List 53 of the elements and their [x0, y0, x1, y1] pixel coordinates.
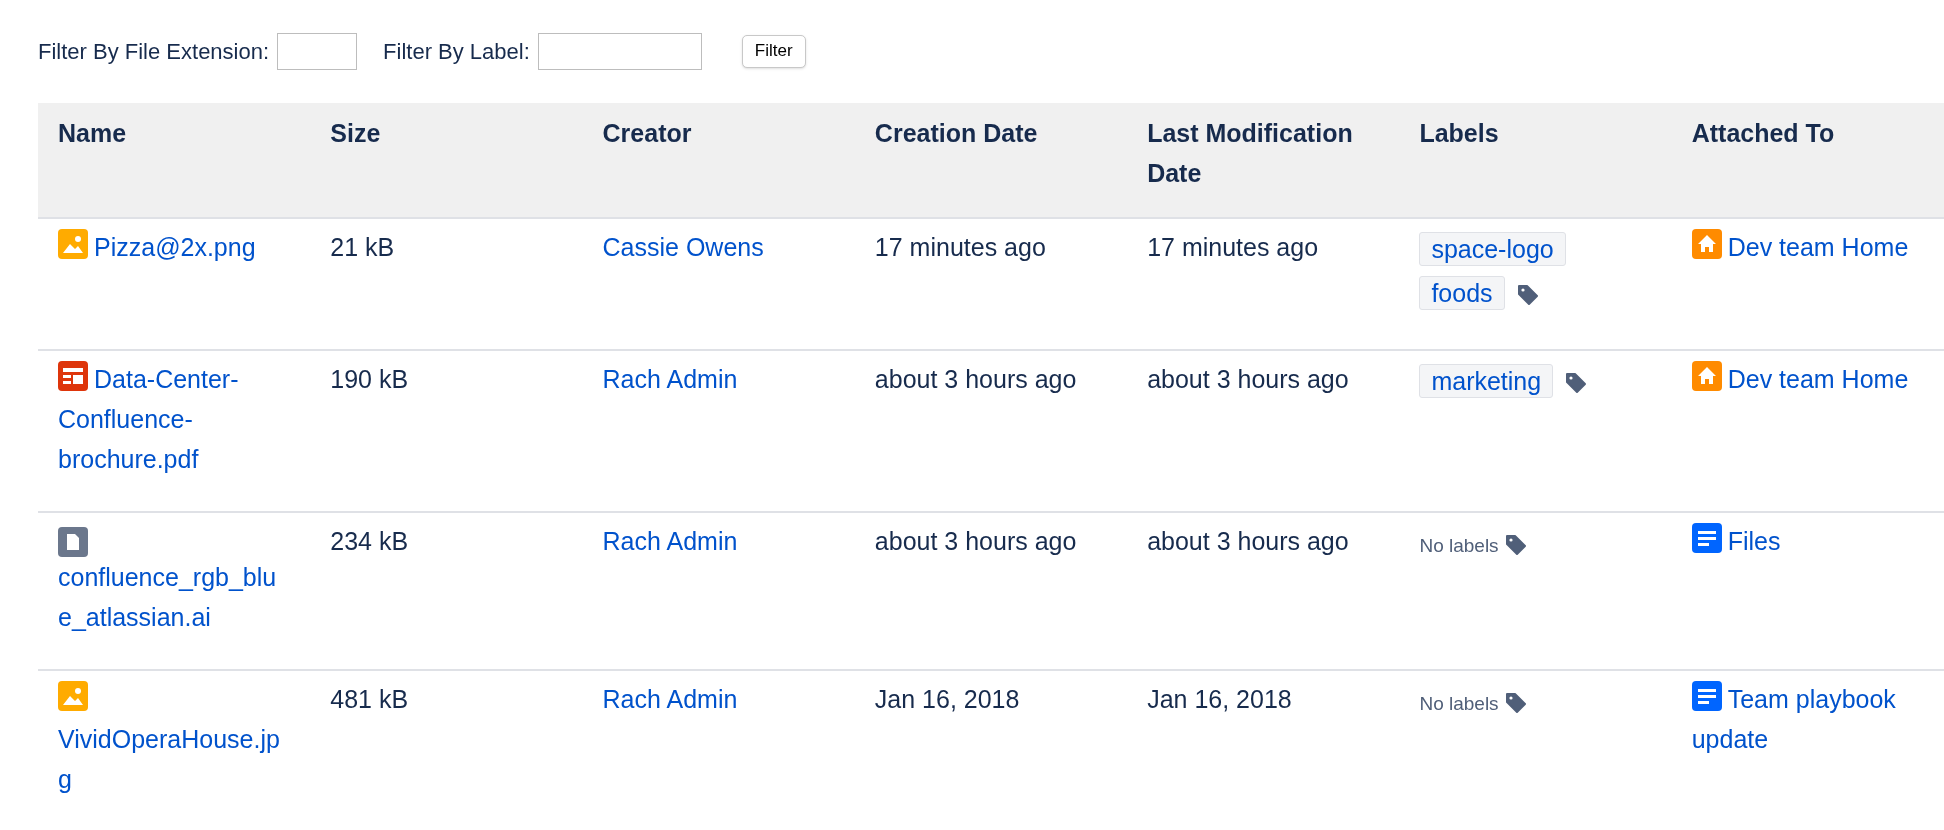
column-header: Attached To [1691, 119, 1835, 147]
file-size: 190 kB [330, 365, 409, 393]
modification-date: Jan 16, 2018 [1147, 685, 1292, 713]
label-tag[interactable]: foods [1419, 276, 1505, 310]
page-icon [1691, 523, 1722, 553]
file-icon [58, 527, 88, 557]
column-header: Labels [1419, 119, 1499, 147]
file-size: 234 kB [330, 527, 409, 555]
modification-date: about 3 hours ago [1147, 527, 1349, 555]
file-link[interactable]: Pizza@2x.png [58, 227, 289, 267]
document-file-icon [58, 361, 88, 391]
filter-input[interactable] [537, 32, 702, 70]
creator-link[interactable]: Rach Admin [602, 359, 833, 399]
column-header: Creator [602, 119, 692, 147]
file-size: 21 kB [330, 233, 395, 261]
column-header: Name [58, 119, 127, 147]
creator-link[interactable]: Rach Admin [602, 679, 833, 719]
filter-input[interactable] [277, 32, 358, 70]
file-link[interactable]: Data-Center-Confluence-brochure.pdf [58, 359, 289, 479]
home-icon [1691, 229, 1722, 259]
image-file-icon [58, 681, 88, 711]
home-icon [1691, 361, 1722, 391]
tag-icon[interactable] [1504, 534, 1527, 556]
column-header: Size [330, 119, 381, 147]
creation-date: Jan 16, 2018 [874, 685, 1020, 713]
no-labels-text: No labels [1419, 535, 1499, 556]
file-link[interactable]: confluence_rgb_blue_atlassian.ai [58, 527, 289, 637]
tag-icon[interactable] [1516, 284, 1539, 306]
file-link[interactable]: VividOperaHouse.jpg [58, 679, 289, 799]
tag-icon[interactable] [1565, 372, 1588, 394]
modification-date: 17 minutes ago [1147, 233, 1319, 261]
page-icon [1691, 681, 1722, 711]
creation-date: 17 minutes ago [874, 233, 1046, 261]
file-size: 481 kB [330, 685, 409, 713]
column-header: Last Modification Date [1147, 119, 1353, 187]
no-labels-text: No labels [1419, 693, 1499, 714]
page-link[interactable]: Dev team Home [1691, 227, 1922, 267]
label-tag[interactable]: marketing [1419, 364, 1554, 398]
filter-label: Filter By Label: [383, 37, 530, 66]
image-file-icon [58, 229, 88, 259]
tag-icon[interactable] [1504, 692, 1527, 714]
creator-link[interactable]: Rach Admin [602, 521, 833, 561]
filter-label: Filter By File Extension: [38, 37, 270, 66]
modification-date: about 3 hours ago [1147, 365, 1349, 393]
page-link[interactable]: Team playbook update [1691, 679, 1922, 759]
filter-button[interactable]: Filter [741, 34, 806, 68]
page-link[interactable]: Dev team Home [1691, 359, 1922, 399]
label-tag[interactable]: space-logo [1419, 232, 1566, 266]
creation-date: about 3 hours ago [874, 365, 1077, 393]
creation-date: about 3 hours ago [874, 527, 1077, 555]
column-header: Creation Date [874, 119, 1038, 147]
creator-link[interactable]: Cassie Owens [602, 227, 833, 267]
page-link[interactable]: Files [1691, 521, 1922, 561]
